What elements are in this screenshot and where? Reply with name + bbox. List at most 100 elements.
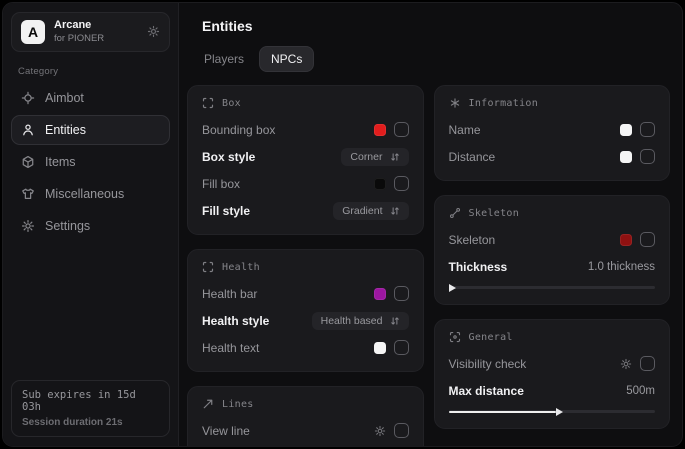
color-swatch[interactable]: [620, 234, 632, 246]
checkbox[interactable]: [394, 423, 409, 438]
session-duration-text: Session duration 21s: [22, 417, 159, 428]
card-title: General: [469, 332, 513, 343]
swap-vertical-icon: [390, 316, 400, 326]
health-style-select[interactable]: Health based: [312, 312, 409, 330]
sidebar-item-items[interactable]: Items: [11, 147, 170, 177]
swap-vertical-icon: [390, 206, 400, 216]
app-subtitle: for PIONER: [54, 33, 138, 45]
tab-npcs[interactable]: NPCs: [259, 46, 314, 72]
checkbox[interactable]: [394, 340, 409, 355]
gear-icon: [21, 219, 35, 233]
checkbox[interactable]: [640, 149, 655, 164]
person-icon: [21, 123, 35, 137]
asterisk-icon: [449, 97, 461, 109]
setting-label: Distance: [449, 150, 496, 164]
setting-row: Thickness 1.0 thickness: [449, 255, 656, 278]
package-icon: [21, 155, 35, 169]
setting-label: Visibility check: [449, 357, 527, 371]
setting-row: Visibility check: [449, 352, 656, 375]
setting-row: Fill style Gradient: [202, 199, 409, 222]
checkbox[interactable]: [394, 122, 409, 137]
card-title: Information: [469, 98, 539, 109]
setting-row: Distance: [449, 145, 656, 168]
shirt-icon: [21, 187, 35, 201]
color-swatch[interactable]: [374, 124, 386, 136]
setting-row: View line: [202, 419, 409, 442]
card-title: Health: [222, 262, 260, 273]
color-swatch[interactable]: [620, 124, 632, 136]
setting-row: Fill box: [202, 172, 409, 195]
subscription-info: Sub expires in 15d 03h Session duration …: [11, 380, 170, 437]
sidebar-item-label: Aimbot: [45, 91, 84, 105]
brand-card: A Arcane for PIONER: [11, 12, 170, 52]
select-value: Gradient: [342, 205, 382, 217]
checkbox[interactable]: [640, 122, 655, 137]
card-title: Lines: [222, 399, 254, 410]
setting-row: Health style Health based: [202, 309, 409, 332]
color-swatch[interactable]: [374, 342, 386, 354]
sidebar-item-miscellaneous[interactable]: Miscellaneous: [11, 179, 170, 209]
setting-label: Health text: [202, 341, 259, 355]
entity-tabs: Players NPCs: [193, 46, 670, 72]
slider-handle[interactable]: [449, 284, 456, 292]
corner-brackets-icon: [202, 97, 214, 109]
target-icon: [449, 331, 461, 343]
checkbox[interactable]: [394, 176, 409, 191]
gear-icon[interactable]: [620, 358, 632, 370]
card-skeleton: Skeleton Skeleton Thickness 1.0 thicknes…: [434, 195, 671, 305]
setting-row: Name: [449, 118, 656, 141]
setting-row: Health bar: [202, 282, 409, 305]
slider-handle[interactable]: [556, 408, 563, 416]
sidebar-item-label: Miscellaneous: [45, 187, 124, 201]
checkbox[interactable]: [640, 232, 655, 247]
gear-icon[interactable]: [147, 25, 160, 38]
setting-row: Box style Corner: [202, 145, 409, 168]
color-swatch[interactable]: [620, 151, 632, 163]
setting-row: Max distance 500m: [449, 379, 656, 402]
sidebar-item-label: Settings: [45, 219, 90, 233]
tab-players[interactable]: Players: [193, 47, 255, 71]
setting-label: Box style: [202, 150, 255, 164]
setting-row: Bounding box: [202, 118, 409, 141]
max-distance-slider[interactable]: [449, 406, 656, 416]
sidebar-item-aimbot[interactable]: Aimbot: [11, 83, 170, 113]
card-general: General Visibility check: [434, 319, 671, 429]
setting-label: Max distance: [449, 384, 524, 398]
card-lines: Lines View line: [187, 386, 424, 446]
card-title: Box: [222, 98, 241, 109]
arrow-up-right-icon: [202, 398, 214, 410]
sidebar-item-entities[interactable]: Entities: [11, 115, 170, 145]
app-window: A Arcane for PIONER Category Aimbot: [2, 2, 683, 447]
setting-row: Health text: [202, 336, 409, 359]
swap-vertical-icon: [390, 152, 400, 162]
app-logo: A: [21, 20, 45, 44]
page-title: Entities: [202, 18, 670, 34]
slider-track: [449, 286, 656, 289]
sidebar-item-settings[interactable]: Settings: [11, 211, 170, 241]
setting-label: Skeleton: [449, 233, 496, 247]
sidebar-item-label: Items: [45, 155, 76, 169]
setting-label: Health bar: [202, 287, 257, 301]
setting-label: Bounding box: [202, 123, 275, 137]
gear-icon[interactable]: [374, 425, 386, 437]
sidebar: A Arcane for PIONER Category Aimbot: [3, 3, 179, 446]
setting-label: Name: [449, 123, 481, 137]
color-swatch[interactable]: [374, 178, 386, 190]
card-title: Skeleton: [469, 208, 520, 219]
color-swatch[interactable]: [374, 288, 386, 300]
box-style-select[interactable]: Corner: [341, 148, 408, 166]
checkbox[interactable]: [394, 286, 409, 301]
select-value: Corner: [350, 151, 382, 163]
sub-expiry-text: Sub expires in 15d 03h: [22, 389, 159, 413]
setting-label: Fill box: [202, 177, 240, 191]
card-health: Health Health bar Health style Health ba…: [187, 249, 424, 372]
fill-style-select[interactable]: Gradient: [333, 202, 408, 220]
card-box: Box Bounding box Box style Corner: [187, 85, 424, 235]
checkbox[interactable]: [640, 356, 655, 371]
setting-label: Health style: [202, 314, 269, 328]
crosshair-icon: [21, 91, 35, 105]
max-distance-value: 500m: [626, 385, 655, 397]
thickness-slider[interactable]: [449, 282, 656, 292]
category-label: Category: [18, 66, 170, 77]
slider-fill: [449, 411, 556, 414]
